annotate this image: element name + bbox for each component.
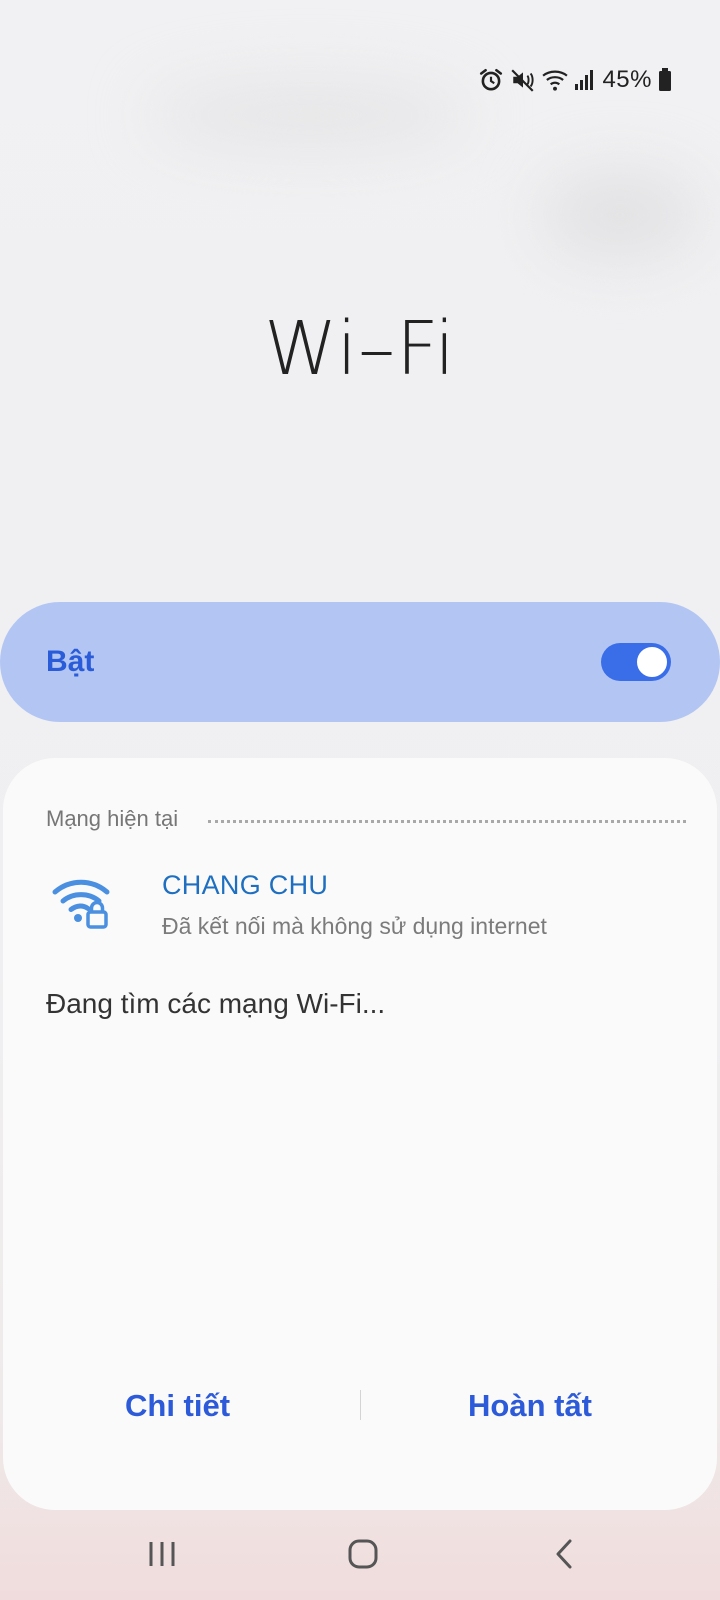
network-status: Đã kết nối mà không sử dụng internet [162,913,547,939]
home-icon[interactable] [333,1530,393,1578]
wifi-signal-icon [542,68,569,92]
status-bar: 45% [478,62,672,98]
details-button[interactable]: Chi tiết [125,1388,230,1424]
current-network-header: Mạng hiện tại [46,806,686,832]
bottom-actions: Chi tiết Hoàn tất [3,1380,717,1440]
toggle-knob [635,645,669,679]
battery-icon [658,68,672,92]
action-divider [360,1390,361,1420]
section-divider [208,819,686,823]
back-icon[interactable] [534,1530,594,1578]
master-switch-label: Bật [46,645,95,678]
network-name: CHANG CHU [162,870,329,900]
network-list-item[interactable]: CHANG CHU Đã kết nối mà không sử dụng in… [3,858,717,958]
done-button[interactable]: Hoàn tất [468,1388,592,1424]
page-title: Wi–Fi [264,306,456,392]
wifi-toggle[interactable] [601,643,671,681]
navigation-bar [0,1518,720,1590]
background-blur [540,170,700,260]
recent-apps-icon[interactable] [132,1530,192,1578]
background-blur [150,80,470,150]
cell-signal-icon [574,69,594,91]
wifi-master-switch[interactable]: Bật [0,602,720,722]
wifi-networks-sheet: Mạng hiện tại CHANG CHU Đã kết nối mà kh… [3,758,717,1510]
wifi-lock-icon [51,874,113,930]
battery-percent: 45% [602,66,652,93]
mute-icon [510,67,536,93]
scanning-status: Đang tìm các mạng Wi-Fi... [46,988,386,1019]
section-title: Mạng hiện tại [46,806,179,831]
alarm-icon [478,67,504,93]
